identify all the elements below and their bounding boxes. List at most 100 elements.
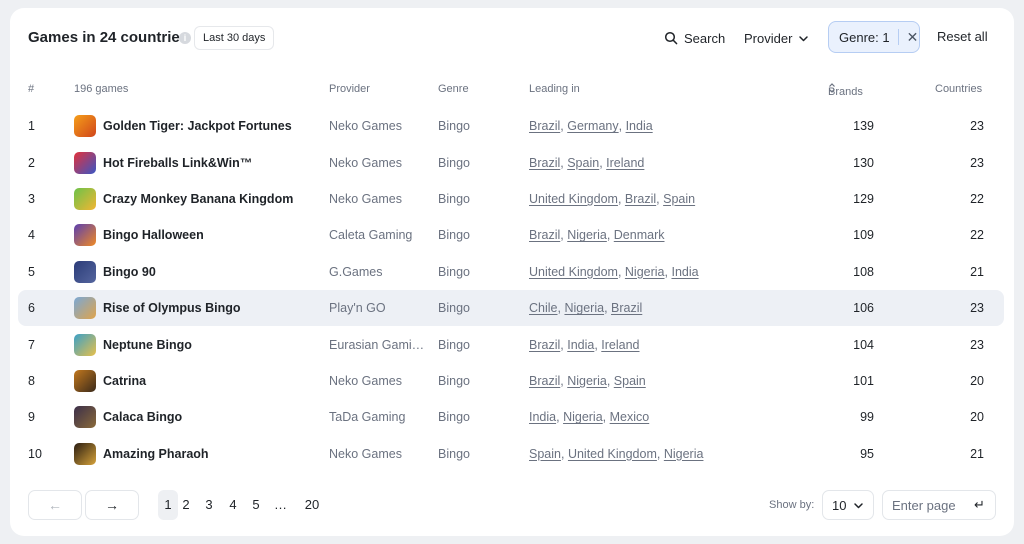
table-row[interactable]: 1 Golden Tiger: Jackpot Fortunes Neko Game… <box>18 108 1004 144</box>
row-number: 1 <box>28 119 35 134</box>
countries-count: 21 <box>970 264 984 279</box>
game-thumbnail[interactable] <box>74 369 96 392</box>
game-thumbnail[interactable] <box>74 297 96 320</box>
page-button[interactable]: 1 <box>158 490 178 520</box>
table-row[interactable]: 7 Neptune Bingo Eurasian Gami… Bingo Brazil,… <box>18 326 1004 362</box>
brands-count: 130 <box>853 155 874 170</box>
leading-countries: Brazil, India, Ireland <box>529 326 640 362</box>
country-link[interactable]: India <box>671 265 698 279</box>
col-leading: Leading in <box>529 83 580 95</box>
country-link[interactable]: United Kingdom <box>529 265 618 279</box>
table-row[interactable]: 2 Hot Fireballs Link&Win™ Neko Games Bingo B… <box>18 144 1004 180</box>
country-link[interactable]: Spain <box>529 447 561 461</box>
separator: , <box>560 228 568 243</box>
country-link[interactable]: Mexico <box>610 410 650 424</box>
page-button[interactable]: 3 <box>203 490 215 520</box>
provider-label: Provider <box>744 30 793 46</box>
game-thumbnail-cell <box>74 108 96 144</box>
game-thumbnail[interactable] <box>74 333 96 356</box>
country-link[interactable]: Brazil <box>529 228 560 242</box>
show-by-select[interactable]: 10 <box>822 490 874 520</box>
country-link[interactable]: Brazil <box>625 192 656 206</box>
enter-icon[interactable]: ↵ <box>974 497 985 513</box>
close-icon[interactable]: ✕ <box>907 29 919 46</box>
table-row[interactable]: 6 Rise of Olympus Bingo Play'n GO Bingo Chil… <box>18 289 1004 327</box>
game-name[interactable]: Rise of Olympus Bingo <box>103 290 241 326</box>
genre-filter-chip[interactable]: Genre: 1 ✕ <box>828 21 920 53</box>
country-link[interactable]: India <box>567 338 594 352</box>
country-link[interactable]: Nigeria <box>563 410 603 424</box>
game-name[interactable]: Catrina <box>103 363 146 399</box>
country-link[interactable]: Nigeria <box>625 265 665 279</box>
country-link[interactable]: India <box>626 119 653 133</box>
provider-dropdown[interactable]: Provider <box>744 26 809 50</box>
country-link[interactable]: Nigeria <box>664 447 704 461</box>
country-link[interactable]: Brazil <box>611 301 642 315</box>
period-chip[interactable]: Last 30 days <box>194 26 275 50</box>
country-link[interactable]: Germany <box>567 119 618 133</box>
countries-count: 22 <box>970 228 984 243</box>
country-link[interactable]: Ireland <box>606 156 644 170</box>
game-thumbnail[interactable] <box>74 151 96 174</box>
game-name[interactable]: Crazy Monkey Banana Kingdom <box>103 181 293 217</box>
country-link[interactable]: Nigeria <box>567 374 607 388</box>
game-thumbnail[interactable] <box>74 224 96 247</box>
row-number: 7 <box>28 337 35 352</box>
genre-name: Bingo <box>438 301 470 316</box>
game-name[interactable]: Bingo 90 <box>103 254 156 290</box>
table-row[interactable]: 4 Bingo Halloween Caleta Gaming Bingo Brazil… <box>18 217 1004 253</box>
col-brands-sort[interactable]: Brands <box>828 83 863 98</box>
info-icon[interactable]: i <box>179 32 191 44</box>
country-link[interactable]: Brazil <box>529 156 560 170</box>
page-button[interactable]: 5 <box>250 490 262 520</box>
leading-countries: India, Nigeria, Mexico <box>529 399 649 435</box>
table-row[interactable]: 8 Catrina Neko Games Bingo Brazil, Nigeria, … <box>18 363 1004 399</box>
game-thumbnail[interactable] <box>74 406 96 429</box>
page-input[interactable] <box>892 497 972 513</box>
game-name[interactable]: Hot Fireballs Link&Win™ <box>103 144 252 180</box>
genre-name: Bingo <box>438 191 470 206</box>
next-page-button[interactable]: → <box>85 490 139 520</box>
genre-name: Bingo <box>438 337 470 352</box>
game-name[interactable]: Bingo Halloween <box>103 217 204 253</box>
country-link[interactable]: Denmark <box>614 228 665 242</box>
country-link[interactable]: Chile <box>529 301 558 315</box>
game-thumbnail[interactable] <box>74 115 96 138</box>
game-name[interactable]: Amazing Pharaoh <box>103 436 209 472</box>
country-link[interactable]: Brazil <box>529 119 560 133</box>
country-link[interactable]: Spain <box>567 156 599 170</box>
table-row[interactable]: 10 Amazing Pharaoh Neko Games Bingo Spain, U… <box>18 436 1004 472</box>
table-row[interactable]: 5 Bingo 90 G.Games Bingo United Kingdom, Nig… <box>18 254 1004 290</box>
country-link[interactable]: Ireland <box>601 338 639 352</box>
game-thumbnail[interactable] <box>74 187 96 210</box>
page-button[interactable]: 20 <box>302 490 322 520</box>
game-thumbnail-cell <box>74 326 96 362</box>
country-link[interactable]: Nigeria <box>567 228 607 242</box>
table-row[interactable]: 9 Calaca Bingo TaDa Gaming Bingo India, Nige… <box>18 399 1004 435</box>
page-input-box[interactable]: ↵ <box>882 490 996 520</box>
country-link[interactable]: United Kingdom <box>529 192 618 206</box>
page-button[interactable]: 2 <box>180 490 192 520</box>
reset-all-button[interactable]: Reset all <box>937 29 988 44</box>
country-link[interactable]: India <box>529 410 556 424</box>
country-link[interactable]: Spain <box>614 374 646 388</box>
prev-page-button[interactable]: ← <box>28 490 82 520</box>
chevron-down-icon <box>799 35 809 41</box>
country-link[interactable]: United Kingdom <box>568 447 657 461</box>
arrow-right-icon: → <box>105 497 119 513</box>
game-name[interactable]: Neptune Bingo <box>103 326 192 362</box>
game-name[interactable]: Calaca Bingo <box>103 399 182 435</box>
separator: , <box>604 301 612 316</box>
table-row[interactable]: 3 Crazy Monkey Banana Kingdom Neko Games Bi… <box>18 181 1004 217</box>
country-link[interactable]: Brazil <box>529 374 560 388</box>
search-button[interactable]: Search <box>664 26 725 50</box>
game-thumbnail[interactable] <box>74 442 96 465</box>
page-button[interactable]: 4 <box>227 490 239 520</box>
game-name[interactable]: Golden Tiger: Jackpot Fortunes <box>103 108 292 144</box>
provider-name: Neko Games <box>329 446 402 461</box>
country-link[interactable]: Nigeria <box>564 301 604 315</box>
country-link[interactable]: Spain <box>663 192 695 206</box>
page-ellipsis: … <box>274 497 287 512</box>
game-thumbnail[interactable] <box>74 260 96 283</box>
country-link[interactable]: Brazil <box>529 338 560 352</box>
